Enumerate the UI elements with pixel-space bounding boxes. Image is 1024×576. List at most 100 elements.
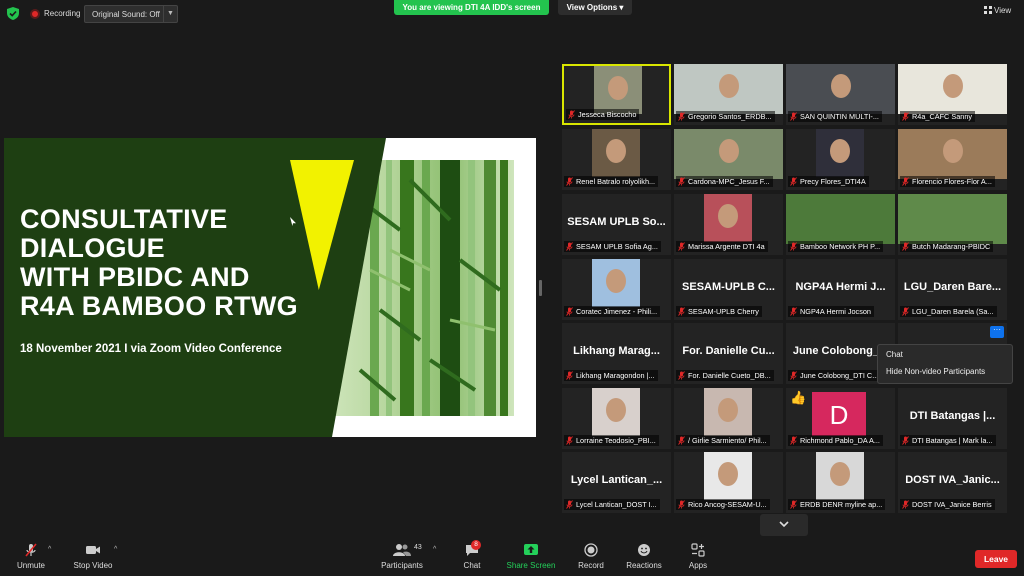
participant-name-label: SESAM-UPLB Cherry	[676, 306, 762, 317]
participant-tile[interactable]: Renel Batralo rolyolikh...	[562, 129, 671, 190]
apps-icon	[691, 543, 705, 557]
participant-tile[interactable]: Butch Madarang-PBIDC	[898, 194, 1007, 255]
participant-tile[interactable]: For. Danielle Cu... For. Danielle Cueto_D…	[674, 323, 783, 384]
more-options-icon[interactable]: ···	[990, 326, 1004, 338]
participant-tile[interactable]: Jesseca Biscocho	[562, 64, 671, 125]
menu-item-chat[interactable]: Chat	[878, 345, 1012, 362]
participants-count: 43	[414, 544, 422, 551]
participant-tile[interactable]: Coratec Jimenez - Phili...	[562, 259, 671, 320]
participant-tile[interactable]: Bamboo Network PH P...	[786, 194, 895, 255]
participant-tile[interactable]: Gregorio Santos_ERDB...	[674, 64, 783, 125]
avatar: D	[812, 392, 866, 436]
original-sound-label: Original Sound: Off	[92, 10, 160, 19]
participant-name-label: R4a_CAFC Sanny	[900, 111, 976, 122]
participant-tile[interactable]: DOST IVA_Janic... DOST IVA_Janice Berris	[898, 452, 1007, 513]
participant-face	[830, 74, 851, 98]
participant-tile[interactable]: SAN QUINTIN MULTI-...	[786, 64, 895, 125]
slide-title-line: WITH PBIDC AND	[20, 262, 250, 292]
view-options-button[interactable]: View Options ▾	[558, 0, 632, 15]
record-button[interactable]: Record	[576, 543, 606, 570]
gallery-next-page-button[interactable]	[760, 514, 808, 536]
participant-name-label: Florencio Flores-Flor A...	[900, 176, 995, 187]
share-screen-label: Share Screen	[506, 561, 556, 570]
unmute-button[interactable]: Unmute	[14, 543, 48, 570]
participant-name-label: Coratec Jimenez - Phili...	[564, 306, 661, 317]
participant-tile[interactable]: Florencio Flores-Flor A...	[898, 129, 1007, 190]
participant-video	[786, 64, 895, 114]
thumbs-up-reaction-icon: 👍	[790, 390, 807, 405]
participant-tile[interactable]: Cardona-MPC_Jesus F...	[674, 129, 783, 190]
chat-label: Chat	[463, 561, 481, 570]
participant-name-label: LGU_Daren Barela (Sa...	[900, 306, 997, 317]
unmute-label: Unmute	[16, 561, 45, 570]
participant-tile[interactable]: R4a_CAFC Sanny	[898, 64, 1007, 125]
participant-face	[606, 139, 626, 163]
participant-tile[interactable]: Lorraine Teodosio_PBI...	[562, 388, 671, 449]
participant-display-name: Lycel Lantican_...	[570, 474, 663, 486]
security-shield-icon[interactable]	[7, 7, 19, 20]
participants-button[interactable]: 43 Participants	[380, 543, 424, 570]
participant-tile[interactable]: DTI Batangas |... DTI Batangas | Mark la.…	[898, 388, 1007, 449]
participant-face	[608, 76, 628, 100]
splitter-handle[interactable]	[539, 280, 542, 296]
participant-video	[786, 194, 895, 244]
participant-face	[942, 74, 963, 98]
microphone-muted-icon	[678, 177, 685, 186]
record-label: Record	[578, 561, 604, 570]
microphone-muted-icon	[678, 112, 685, 121]
leave-button[interactable]: Leave	[975, 550, 1017, 568]
microphone-muted-icon	[902, 112, 909, 121]
participant-tile[interactable]: / Girlie Sarmiento/ Phil...	[674, 388, 783, 449]
participant-tile[interactable]: 👍 D Richmond Pablo_DA A...	[786, 388, 895, 449]
chevron-down-icon[interactable]: ▼	[163, 6, 177, 22]
slide-title-line: R4A BAMBOO RTWG	[20, 291, 298, 321]
participant-tile[interactable]: Precy Flores_DTI4A	[786, 129, 895, 190]
stop-video-button[interactable]: Stop Video	[72, 543, 114, 570]
stop-video-label: Stop Video	[73, 561, 113, 570]
participant-face	[718, 204, 738, 228]
participant-tile[interactable]: SESAM-UPLB C... SESAM-UPLB Cherry	[674, 259, 783, 320]
view-layout-button[interactable]: View	[984, 6, 1018, 20]
participant-tile[interactable]: NGP4A Hermi J... NGP4A Hermi Jocson	[786, 259, 895, 320]
record-icon	[584, 543, 598, 557]
audio-options-caret-icon[interactable]: ^	[48, 546, 51, 553]
participant-video	[594, 66, 642, 114]
participant-tile[interactable]: Likhang Marag... Likhang Maragondon |...	[562, 323, 671, 384]
microphone-muted-icon	[566, 307, 573, 316]
microphone-muted-icon	[566, 242, 573, 251]
microphone-muted-icon	[566, 436, 573, 445]
participant-face	[830, 139, 850, 163]
chat-button[interactable]: 8 Chat	[458, 540, 486, 570]
participant-name-label: / Girlie Sarmiento/ Phil...	[676, 435, 770, 446]
original-sound-toggle[interactable]: Original Sound: Off ▼	[84, 5, 178, 23]
microphone-muted-icon	[566, 500, 573, 509]
participant-tile[interactable]: LGU_Daren Bare... LGU_Daren Barela (Sa...	[898, 259, 1007, 320]
menu-item-hide-non-video[interactable]: Hide Non-video Participants	[878, 362, 1012, 379]
microphone-muted-icon	[902, 307, 909, 316]
participant-tile[interactable]: SESAM UPLB So... SESAM UPLB Sofia Ag...	[562, 194, 671, 255]
participant-tile[interactable]: Marissa Argente DTI 4a	[674, 194, 783, 255]
participant-display-name: SESAM UPLB So...	[567, 216, 666, 228]
participant-name-label: Renel Batralo rolyolikh...	[564, 176, 659, 187]
participants-options-caret-icon[interactable]: ^	[433, 546, 436, 553]
video-options-caret-icon[interactable]: ^	[114, 546, 117, 553]
participant-face	[718, 139, 739, 163]
microphone-muted-icon	[678, 371, 685, 380]
microphone-muted-icon	[678, 242, 685, 251]
participant-display-name: SESAM-UPLB C...	[682, 281, 775, 293]
participant-name-label: Marissa Argente DTI 4a	[676, 241, 768, 252]
participant-tile[interactable]: Rico Ancog-SESAM-U...	[674, 452, 783, 513]
participant-name-label: Rico Ancog-SESAM-U...	[676, 499, 770, 510]
microphone-muted-icon	[678, 436, 685, 445]
microphone-muted-icon	[790, 500, 797, 509]
slide-title-line: DIALOGUE	[20, 233, 165, 263]
participant-tile[interactable]: ERDB DENR myline ap...	[786, 452, 895, 513]
participant-name-label: SAN QUINTIN MULTI-...	[788, 111, 882, 122]
reactions-button[interactable]: Reactions	[624, 543, 664, 570]
participant-tile[interactable]: Lycel Lantican_... Lycel Lantican_DOST I.…	[562, 452, 671, 513]
apps-button[interactable]: Apps	[684, 543, 712, 570]
share-screen-button[interactable]: Share Screen	[506, 543, 556, 570]
participant-name-label: For. Danielle Cueto_DB...	[676, 370, 774, 381]
participant-face	[606, 269, 626, 293]
participant-name-label: Cardona-MPC_Jesus F...	[676, 176, 773, 187]
